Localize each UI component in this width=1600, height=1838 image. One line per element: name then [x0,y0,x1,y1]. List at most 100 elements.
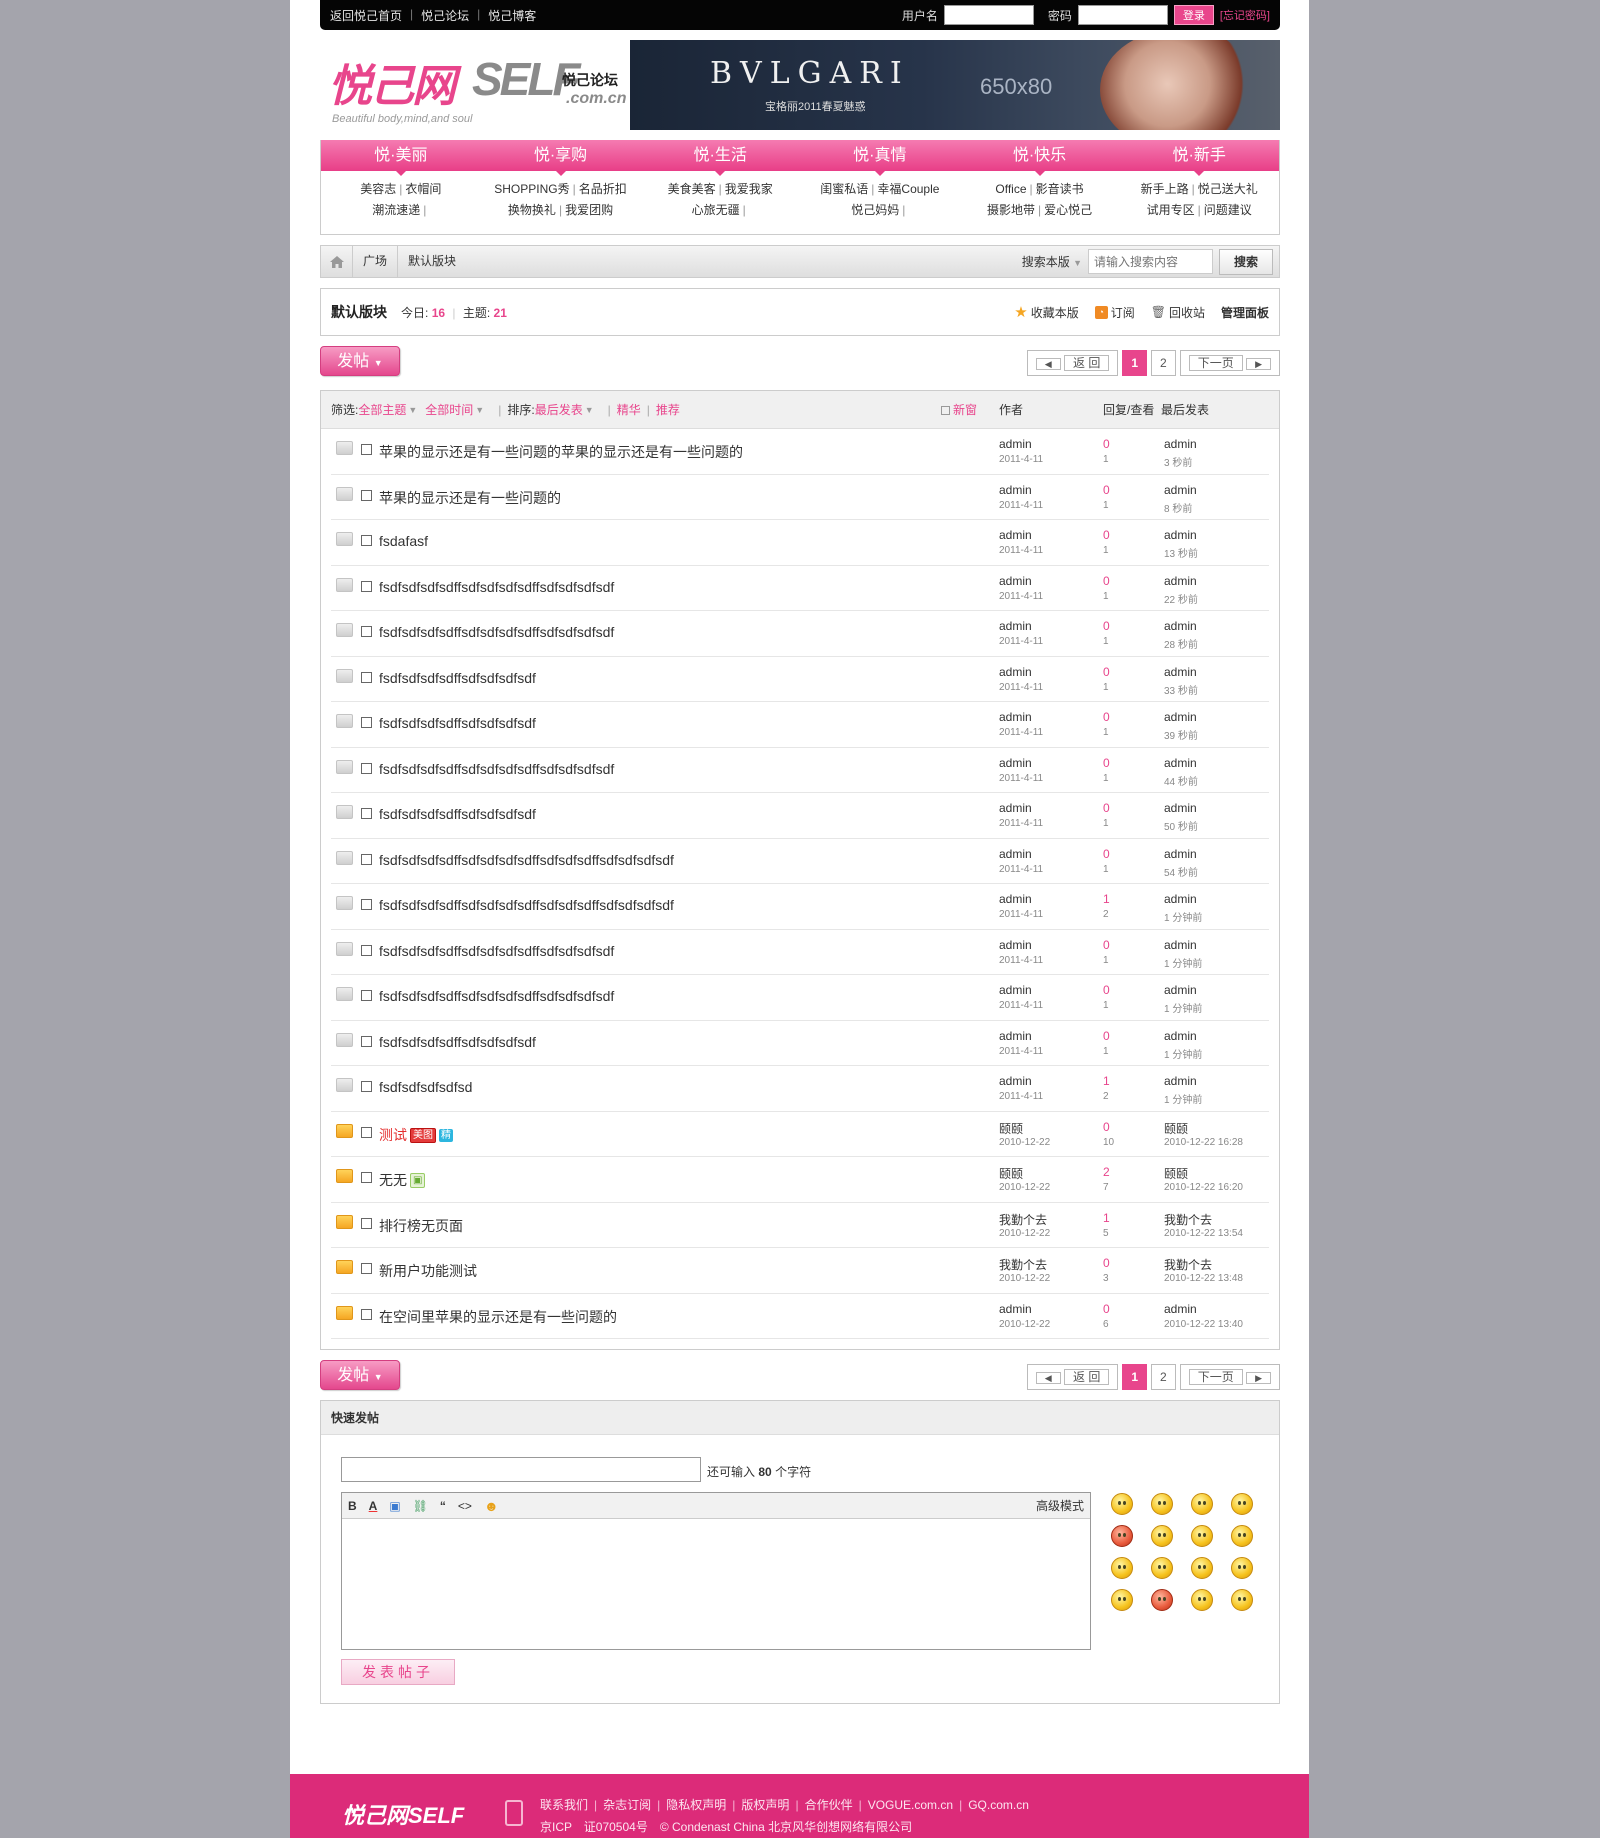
site-logo[interactable]: 悦己网 SELF 悦己论坛 .com.cn Beautiful body,min… [320,48,630,128]
nav-subitem[interactable]: 悦己送大礼 [1198,182,1258,196]
checkbox[interactable] [361,535,372,546]
last-post-time[interactable]: 1 分钟前 [1164,909,1202,924]
username-field[interactable] [943,5,1034,25]
search-scope-dropdown[interactable]: 搜索本版 ▼ [1022,253,1082,270]
last-post-time[interactable]: 44 秒前 [1164,773,1198,788]
page-link-current[interactable]: 1 [1122,350,1148,376]
quote-icon[interactable]: “ [440,1499,446,1513]
thread-title-link[interactable]: fsdafasf [379,533,428,549]
thread-author[interactable]: 我勤个去 [999,1211,1047,1228]
last-post-time[interactable]: 22 秒前 [1164,591,1198,606]
checkbox[interactable] [361,762,372,774]
smiley-icon[interactable] [1191,1589,1213,1611]
nav-subitem[interactable]: 摄影地带 [987,203,1035,217]
pager-back-button[interactable]: ◀ 返 回 [1026,1364,1119,1390]
footer-link[interactable]: GQ.com.cn [968,1798,1029,1812]
nav-subitem[interactable]: 潮流速递 [372,203,420,217]
last-post-user[interactable]: admin [1164,574,1197,588]
nav-subitem[interactable]: 美食美客 [668,182,716,196]
checkbox[interactable] [361,1081,372,1092]
thread-title-link[interactable]: fsdfsdfsdfsdffsdfsdfsdfsdffsdfsdfsdffsdf… [379,897,674,913]
checkbox[interactable] [361,717,372,728]
thread-author[interactable]: admin [999,574,1032,588]
thread-title-link[interactable]: 排行榜无页面 [379,1216,463,1236]
thread-title-link[interactable]: 苹果的显示还是有一些问题的 [379,488,561,508]
last-post-time[interactable]: 1 分钟前 [1164,1046,1202,1061]
sort-dropdown[interactable]: 最后发表 [535,401,583,418]
thread-title-link[interactable]: 测试 美图精 [379,1125,453,1145]
last-post-time[interactable]: 13 秒前 [1164,545,1198,560]
smiley-icon[interactable] [1191,1557,1213,1579]
smiley-icon[interactable] [1231,1525,1253,1547]
nav-subitem[interactable]: 我爱团购 [565,203,613,217]
login-button[interactable]: 登录 [1173,5,1214,25]
checkbox[interactable] [361,853,372,865]
home-icon[interactable] [321,246,353,277]
smiley-icon[interactable] [1111,1557,1133,1579]
font-color-icon[interactable]: A [369,1499,378,1513]
thread-author[interactable]: admin [999,437,1032,451]
checkbox[interactable] [361,671,372,683]
checkbox[interactable] [361,1263,372,1274]
top-link-forum[interactable]: 悦己论坛 [421,7,469,24]
checkbox[interactable] [361,444,372,455]
thread-title-link[interactable]: fsdfsdfsdfsdffsdfsdfsdfsdffsdfsdfsdfsdf [379,943,614,959]
nav-subitem[interactable]: 名品折扣 [579,182,627,196]
last-post-time[interactable]: 50 秒前 [1164,818,1198,833]
checkbox[interactable] [361,1172,372,1183]
thread-author[interactable]: admin [999,847,1032,861]
smiley-icon[interactable] [1231,1589,1253,1611]
last-post-time[interactable]: 2010-12-22 16:28 [1164,1137,1243,1148]
thread-author[interactable]: admin [999,665,1032,679]
smiley-icon[interactable] [1151,1557,1173,1579]
last-post-user[interactable]: admin [1164,437,1197,451]
nav-tab[interactable]: 悦·真情 [800,140,960,176]
footer-link[interactable]: 版权声明 [741,1798,789,1812]
nav-subitem[interactable]: 试用专区 [1147,203,1195,217]
new-post-button[interactable]: 发帖 ▼ [320,346,400,376]
last-post-user[interactable]: admin [1164,528,1197,542]
thread-author[interactable]: admin [999,756,1032,770]
thread-title-link[interactable]: 苹果的显示还是有一些问题的苹果的显示还是有一些问题的 [379,442,743,462]
thread-title-link[interactable]: fsdfsdfsdfsdffsdfsdfsdfsdffsdfsdfsdfsdf [379,761,614,777]
nav-tab[interactable]: 悦·享购 [481,140,641,176]
nav-subitem[interactable]: 影音读书 [1036,182,1084,196]
page-link-current[interactable]: 1 [1122,1364,1148,1390]
subscribe-button[interactable]: ◔ 订阅 [1094,304,1135,321]
last-post-time[interactable]: 1 分钟前 [1164,1091,1202,1106]
thread-title-link[interactable]: fsdfsdfsdfsdffsdfsdfsdfsdffsdfsdfsdfsdf [379,624,614,640]
thread-title-link[interactable]: fsdfsdfsdfsdffsdfsdfsdfsdffsdfsdfsdfsdf [379,579,614,595]
filter-time-dropdown[interactable]: 全部时间 [425,401,473,418]
checkbox[interactable] [361,1126,372,1138]
thread-author[interactable]: 颐颐 [999,1120,1023,1137]
checkbox[interactable] [361,990,372,1001]
smiley-icon[interactable] [1151,1589,1173,1611]
smiley-icon[interactable] [1111,1493,1133,1515]
last-post-time[interactable]: 2010-12-22 13:40 [1164,1319,1243,1330]
checkbox[interactable] [361,899,372,910]
top-link-home[interactable]: 返回悦己首页 [330,7,402,24]
checkbox[interactable] [941,406,950,415]
last-post-user[interactable]: 我勤个去 [1164,1256,1212,1273]
last-post-user[interactable]: admin [1164,1302,1197,1316]
last-post-time[interactable]: 2010-12-22 16:20 [1164,1182,1243,1193]
last-post-user[interactable]: 颐颐 [1164,1120,1188,1137]
last-post-time[interactable]: 2010-12-22 13:48 [1164,1273,1243,1284]
search-input[interactable] [1088,249,1213,274]
nav-subitem[interactable]: 换物换礼 [508,203,556,217]
last-post-user[interactable]: admin [1164,483,1197,497]
password-field[interactable] [1077,5,1168,25]
thread-author[interactable]: admin [999,483,1032,497]
search-button[interactable]: 搜索 [1219,248,1273,275]
nav-tab[interactable]: 悦·生活 [640,140,800,176]
smiley-icon[interactable] [1231,1557,1253,1579]
thread-author[interactable]: admin [999,619,1032,633]
thread-title-link[interactable]: 新用户功能测试 [379,1261,477,1281]
nav-subitem[interactable]: Office [995,182,1026,196]
nav-subitem[interactable]: 衣帽间 [405,182,441,196]
nav-subitem[interactable]: 幸福Couple [877,182,939,196]
footer-link[interactable]: 杂志订阅 [603,1798,651,1812]
message-textarea[interactable] [342,1519,1090,1649]
smiley-icon[interactable]: ☻ [484,1498,499,1514]
thread-author[interactable]: admin [999,938,1032,952]
